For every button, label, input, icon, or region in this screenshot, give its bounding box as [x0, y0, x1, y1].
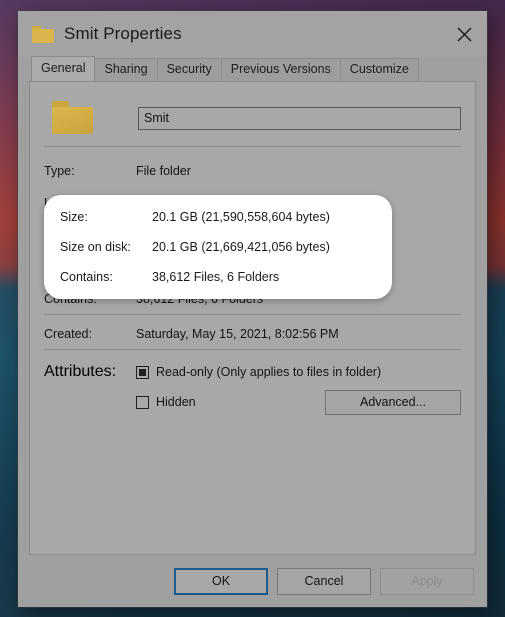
tab-previous-versions[interactable]: Previous Versions [220, 58, 341, 81]
window-title: Smit Properties [64, 24, 182, 43]
advanced-button[interactable]: Advanced... [325, 389, 461, 415]
divider-after-name [44, 146, 461, 147]
dialog-button-bar: OK Cancel Apply [18, 555, 487, 607]
dialog-titlebar[interactable]: Smit Properties [18, 11, 487, 57]
callout-size-on-disk-label: Size on disk: [60, 240, 131, 254]
readonly-label: Read-only (Only applies to files in fold… [156, 365, 382, 379]
callout-size-on-disk-value: 20.1 GB (21,669,421,056 bytes) [152, 240, 330, 254]
attributes-block: Attributes: Read-only (Only applies to f… [44, 350, 461, 417]
created-label: Created: [44, 327, 92, 341]
callout-contains-label: Contains: [60, 270, 113, 284]
callout-contains-value: 38,612 Files, 6 Folders [152, 270, 280, 284]
cancel-button[interactable]: Cancel [277, 567, 371, 595]
callout-contains-row: Contains: 38,612 Files, 6 Folders [60, 262, 376, 292]
folder-icon-large [50, 99, 96, 137]
attributes-readonly-row: Attributes: Read-only (Only applies to f… [44, 359, 461, 385]
created-row: Created: Saturday, May 15, 2021, 8:02:56… [44, 319, 461, 349]
tab-strip: General Sharing Security Previous Versio… [18, 56, 487, 81]
apply-button[interactable]: Apply [380, 567, 474, 595]
attributes-label: Attributes: [44, 363, 117, 380]
tab-security[interactable]: Security [156, 58, 222, 81]
tab-sharing[interactable]: Sharing [94, 58, 158, 81]
folder-name-input[interactable] [138, 106, 461, 130]
callout-size-row: Size: 20.1 GB (21,590,558,604 bytes) [60, 202, 376, 232]
properties-dialog: Smit Properties General Sharing Security… [18, 11, 487, 607]
folder-name-row [44, 82, 461, 146]
type-row: Type: File folder [44, 156, 461, 186]
type-value: File folder [136, 164, 191, 178]
size-highlight-callout: Size: 20.1 GB (21,590,558,604 bytes) Siz… [44, 195, 392, 299]
tab-general[interactable]: General [31, 56, 96, 81]
divider-after-size [44, 314, 461, 315]
general-tab-panel: Type: File folder Location: C:\Users\Par… [29, 81, 476, 555]
readonly-checkbox[interactable] [136, 365, 149, 379]
close-icon[interactable] [441, 11, 487, 57]
attributes-hidden-row: Hidden Advanced... [44, 387, 461, 417]
created-value: Saturday, May 15, 2021, 8:02:56 PM [136, 327, 339, 341]
callout-size-on-disk-row: Size on disk: 20.1 GB (21,669,421,056 by… [60, 232, 376, 262]
callout-size-label: Size: [60, 210, 88, 224]
hidden-checkbox[interactable] [136, 395, 149, 409]
type-label: Type: [44, 164, 75, 178]
folder-icon [32, 25, 54, 43]
ok-button[interactable]: OK [174, 567, 268, 595]
tab-customize[interactable]: Customize [339, 58, 419, 81]
hidden-label: Hidden [156, 395, 196, 409]
callout-size-value: 20.1 GB (21,590,558,604 bytes) [152, 210, 330, 224]
